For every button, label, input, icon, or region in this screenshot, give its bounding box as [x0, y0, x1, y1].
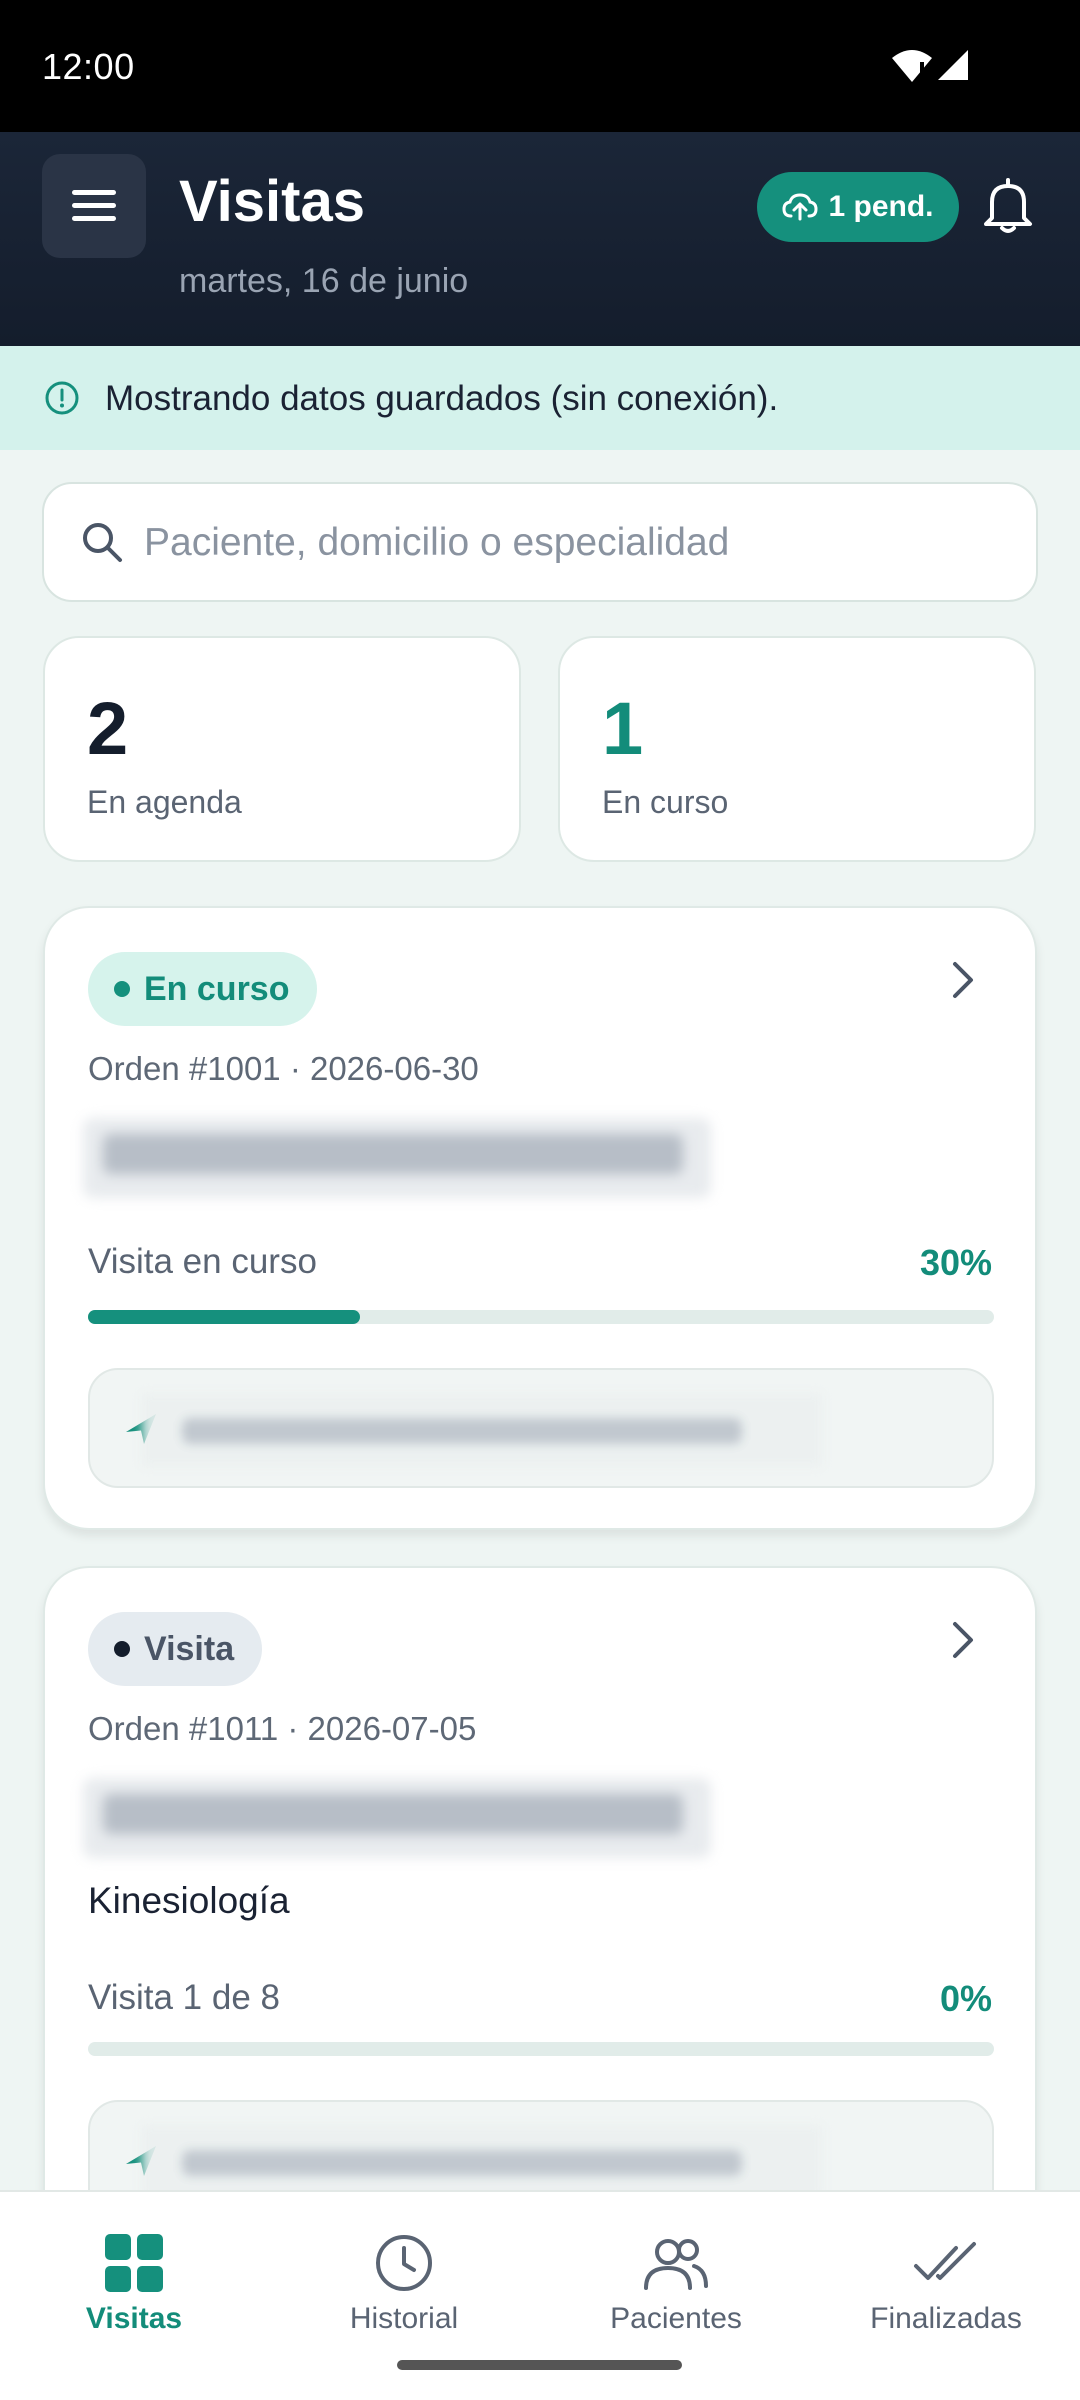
address-box[interactable] — [88, 1368, 994, 1488]
grid-icon — [105, 2234, 163, 2292]
nav-item-pacientes[interactable]: Pacientes — [556, 2232, 796, 2336]
menu-button[interactable] — [42, 154, 146, 258]
stat-label: En curso — [602, 784, 729, 820]
bell-icon[interactable] — [980, 176, 1036, 236]
search-bar[interactable] — [42, 482, 1038, 602]
order-info: Orden #1011 · 2026-07-05 — [88, 1710, 477, 1747]
nav-item-visitas[interactable]: Visitas — [14, 2232, 254, 2336]
progress-percent: 30% — [919, 1242, 992, 1283]
address-redacted — [142, 1394, 822, 1466]
chevron-right-icon[interactable] — [949, 1618, 977, 1662]
progress-fill — [88, 1310, 360, 1324]
stat-value: 1 — [602, 687, 644, 770]
stat-en-curso[interactable]: 1 En curso — [558, 636, 1036, 862]
nav-label: Pacientes — [610, 2302, 742, 2335]
progress-label: Visita 1 de 8 — [88, 1978, 280, 2017]
progress-label: Visita en curso — [88, 1242, 317, 1281]
visit-card[interactable]: Visita Orden #1011 · 2026-07-05 Kinesiol… — [43, 1566, 1037, 2266]
order-info: Orden #1001 · 2026-06-30 — [88, 1050, 479, 1087]
status-badge: En curso — [88, 952, 318, 1026]
status-dot — [114, 1641, 130, 1657]
nav-label: Visitas — [85, 2302, 183, 2335]
status-badge: Visita — [88, 1612, 263, 1686]
status-label: Visita — [144, 1629, 235, 1668]
status-dot — [114, 981, 130, 997]
clock-icon — [376, 2235, 432, 2291]
cloud-upload-icon — [782, 193, 818, 221]
nav-label: Historial — [349, 2302, 459, 2335]
nav-item-historial[interactable]: Historial — [284, 2232, 524, 2336]
patient-name-redacted — [83, 1118, 711, 1198]
pending-sync-label: 1 pend. — [828, 190, 934, 223]
status-label: En curso — [144, 969, 290, 1008]
stat-value: 2 — [87, 687, 129, 770]
wifi-icon — [892, 50, 932, 82]
chevron-right-icon[interactable] — [949, 958, 977, 1002]
app-header: Visitas martes, 16 de junio 1 pend. — [0, 132, 1080, 346]
double-check-icon — [914, 2242, 976, 2280]
signal-icon — [938, 50, 968, 80]
progress-percent: 0% — [939, 1978, 992, 2019]
home-indicator[interactable] — [397, 2360, 682, 2370]
search-icon — [83, 523, 122, 562]
offline-banner: Mostrando datos guardados (sin conexión)… — [0, 346, 1080, 450]
nav-item-finalizadas[interactable]: Finalizadas — [826, 2232, 1066, 2336]
page-title: Visitas — [179, 169, 365, 234]
hamburger-icon — [72, 190, 116, 222]
search-input[interactable] — [144, 504, 1004, 582]
visit-card[interactable]: En curso Orden #1001 · 2026-06-30 Visita… — [43, 906, 1037, 1530]
stat-label: En agenda — [87, 784, 242, 820]
offline-banner-text: Mostrando datos guardados (sin conexión)… — [105, 379, 779, 418]
progress-bar — [88, 1310, 994, 1324]
users-icon — [644, 2239, 708, 2290]
alert-circle-icon — [45, 381, 79, 415]
patient-name-redacted — [83, 1778, 711, 1858]
stat-en-agenda[interactable]: 2 En agenda — [43, 636, 521, 862]
address-redacted — [142, 2126, 822, 2198]
specialty: Kinesiología — [88, 1880, 290, 1921]
nav-label: Finalizadas — [870, 2302, 1022, 2335]
status-time: 12:00 — [42, 46, 135, 87]
pending-sync-badge[interactable]: 1 pend. — [757, 172, 959, 242]
page-date: martes, 16 de junio — [179, 262, 469, 300]
progress-bar — [88, 2042, 994, 2056]
status-bar: 12:00 — [0, 0, 1080, 132]
